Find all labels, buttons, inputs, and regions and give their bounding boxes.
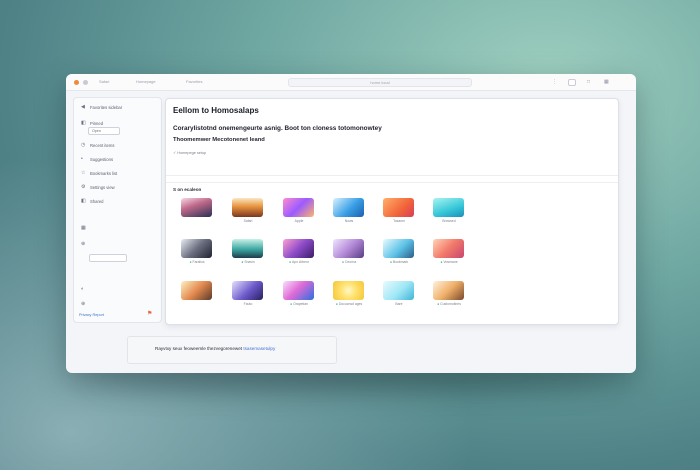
favorite-site-caption: Fauto xyxy=(243,302,253,306)
grid-icon: ▦ xyxy=(81,225,86,231)
privacy-report-link[interactable]: Privacy Report xyxy=(79,313,104,317)
favorite-site-caption: Browsed xyxy=(442,219,456,223)
favorite-site-tile[interactable] xyxy=(283,281,314,300)
share-icon[interactable]: ⋮ xyxy=(552,79,557,85)
sidebar-header: ◀ Favorites sidebar xyxy=(81,104,122,110)
sidebar-item-label: Bookmarks list xyxy=(90,170,118,176)
favorite-site-caption: Faralios xyxy=(175,260,219,264)
sidebar-item-label: Recent items xyxy=(90,142,115,148)
favorite-site-tile[interactable] xyxy=(333,281,364,300)
sidebar-item-shared[interactable]: ◧ Shared xyxy=(81,198,104,204)
gear-icon: ⚙ xyxy=(81,184,86,190)
divider xyxy=(166,182,618,183)
favorite-site-caption: Tosamn xyxy=(393,219,405,223)
sidebar-item-label: Pinned xyxy=(90,120,104,126)
title-bar: Safari Homepage Favorites home.local ⋮ □… xyxy=(66,74,636,91)
tab-3[interactable]: Favorites xyxy=(186,79,202,84)
download-icon: ⊕ xyxy=(81,301,86,307)
sidebar-item-label: Settings view xyxy=(90,184,115,190)
favorite-site-tile[interactable] xyxy=(232,239,263,258)
favorite-site-caption: Nows xyxy=(344,219,354,223)
favorite-site-tile[interactable] xyxy=(433,239,464,258)
sidebar-item-label: Suggestions xyxy=(90,156,114,162)
intro-note[interactable]: ✓ Homepege setup xyxy=(173,150,206,155)
favorite-site-caption: Vosmane xyxy=(427,260,471,264)
favorite-site-tile[interactable] xyxy=(181,239,212,258)
favorite-site-caption: Apple xyxy=(294,219,304,223)
sidebar-item-settings[interactable]: ⚙ Settings view xyxy=(81,184,115,190)
status-message: Rayvtxy seux feoweemle thezvegorenewet t… xyxy=(155,346,275,351)
sidebar-spacer-item: ▦ xyxy=(81,225,90,231)
divider xyxy=(166,175,618,176)
favorite-site-tile[interactable] xyxy=(232,198,263,217)
minimize-window-button[interactable] xyxy=(83,80,88,85)
favorite-site-caption: Ceorna xyxy=(327,260,371,264)
section-heading: S on ecaleon xyxy=(173,187,202,192)
flag-icon[interactable]: ⚑ xyxy=(147,310,152,317)
sidebar-item-recent[interactable]: ◷ Recent items xyxy=(81,142,114,148)
favorite-site-tile[interactable] xyxy=(383,198,414,217)
favorite-site-tile[interactable] xyxy=(232,281,263,300)
status-text: Rayvtxy seux feoweemle thezvegorenewet xyxy=(155,346,243,351)
sidebar-add-item[interactable]: ⊕ xyxy=(81,241,90,247)
sidebar: ◀ Favorites sidebar ◧ Pinned Open ◷ Rece… xyxy=(73,97,162,323)
folder-icon: ◧ xyxy=(81,120,86,126)
favorite-site-tile[interactable] xyxy=(333,239,364,258)
page-title: Eellom to Homosalaps xyxy=(173,106,259,115)
favorite-site-caption: Orapetian xyxy=(277,302,321,306)
intro-note-label: Homepege setup xyxy=(177,151,207,155)
tab-1[interactable]: Safari xyxy=(99,79,109,84)
favorite-site-tile[interactable] xyxy=(333,198,364,217)
sidebar-search-input[interactable] xyxy=(89,254,127,262)
sidebar-item-suggestions[interactable]: • Suggestions xyxy=(81,156,113,162)
favorite-site-tile[interactable] xyxy=(181,198,212,217)
tag-icon: • xyxy=(81,156,83,162)
tab-2[interactable]: Homepage xyxy=(136,79,156,84)
favorite-site-tile[interactable] xyxy=(433,281,464,300)
sidebar-item-bookmarks[interactable]: ☆ Bookmarks list xyxy=(81,170,117,176)
sidebar-toggle-icon[interactable]: □ xyxy=(587,79,590,85)
status-link[interactable]: tsasemasetulpy xyxy=(243,346,275,351)
sidebar-item-pinned[interactable]: ◧ Pinned xyxy=(81,120,103,126)
sidebar-downloads-item[interactable]: ⊕ xyxy=(81,301,90,307)
favorite-site-tile[interactable] xyxy=(383,281,414,300)
browser-window: Safari Homepage Favorites home.local ⋮ □… xyxy=(66,74,636,373)
status-bar: Rayvtxy seux feoweemle thezvegorenewet t… xyxy=(127,336,337,364)
sidebar-history-item[interactable]: ◐ xyxy=(81,286,90,292)
favorite-site-tile[interactable] xyxy=(433,198,464,217)
favorite-site-caption: Bookmark xyxy=(377,260,421,264)
intro-subheading: Thoomemwer Mecotonenet leand xyxy=(173,137,265,143)
favorite-site-caption: Snavin xyxy=(226,260,270,264)
clock-icon: ◷ xyxy=(81,142,86,148)
start-page-panel: Eellom to Homosalaps Corarylistotnd onem… xyxy=(165,98,619,325)
sidebar-header-label: Favorites sidebar xyxy=(90,104,123,110)
favorite-site-caption: Apo Arbeor xyxy=(277,260,321,264)
history-icon: ◐ xyxy=(81,286,85,292)
sidebar-item-label: Shared xyxy=(90,198,104,204)
address-bar[interactable]: home.local xyxy=(288,78,472,87)
favorite-site-tile[interactable] xyxy=(181,281,212,300)
sidebar-header-icon: ◀ xyxy=(81,104,85,110)
sidebar-open-button[interactable]: Open xyxy=(88,127,120,135)
favorite-site-tile[interactable] xyxy=(383,239,414,258)
favorite-site-caption: Docucnsd ages xyxy=(327,302,371,306)
close-window-button[interactable] xyxy=(74,80,79,85)
favorite-site-caption: Customotines xyxy=(427,302,471,306)
favorite-site-caption: Safari xyxy=(243,219,253,223)
plus-icon: ⊕ xyxy=(81,241,86,247)
favorite-site-tile[interactable] xyxy=(283,198,314,217)
favorite-site-tile[interactable] xyxy=(283,239,314,258)
star-icon: ☆ xyxy=(81,170,86,176)
folder-icon: ◧ xyxy=(81,198,86,204)
intro-heading: Corarylistotnd onemengeurte asnig. Boot … xyxy=(173,125,382,132)
reader-button[interactable] xyxy=(568,79,576,86)
favorite-site-caption: Bare xyxy=(395,302,403,306)
tabs-overview-icon[interactable]: ▦ xyxy=(604,79,609,85)
